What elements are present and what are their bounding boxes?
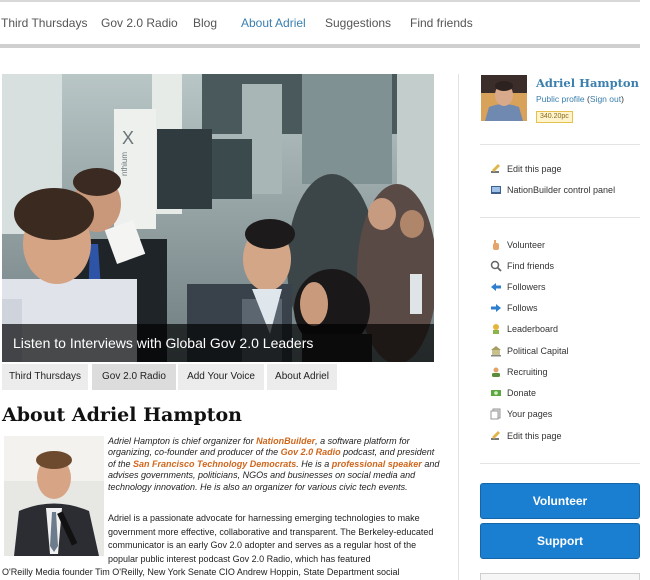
sidebar-separator [480,144,640,145]
sidebar-recruiting[interactable]: Recruiting [490,365,548,379]
professional-speaker-link[interactable]: professional speaker [332,459,422,469]
nav-gov20-radio[interactable]: Gov 2.0 Radio [101,16,178,30]
sidebar-control-panel[interactable]: NationBuilder control panel [490,183,615,197]
sidebar-follows[interactable]: Follows [490,301,538,315]
tab-add-your-voice[interactable]: Add Your Voice [178,364,264,390]
sidebar-donate[interactable]: Donate [490,386,536,400]
sidebar-followers[interactable]: Followers [490,280,546,294]
sf-tech-democrats-link[interactable]: San Francisco Technology Democrats [133,459,296,469]
sidebar-item-label: Find friends [507,261,555,271]
nav-blog[interactable]: Blog [193,16,217,30]
pencil-icon [490,430,502,442]
nationbuilder-link[interactable]: NationBuilder [256,436,315,446]
sidebar-separator [480,463,640,464]
sidebar-item-label: Leaderboard [507,324,559,334]
svg-text:X: X [122,128,134,148]
sidebar-edit-page-admin[interactable]: Edit this page [490,162,562,176]
capitol-icon [490,345,502,357]
pages-icon [490,408,502,420]
bio-paragraph-continued: O'Reilly Media founder Tim O'Reilly, New… [2,567,400,577]
nav-third-thursdays[interactable]: Third Thursdays [1,16,87,30]
adriel-portrait [4,436,104,556]
tab-gov20-radio[interactable]: Gov 2.0 Radio [92,364,176,390]
recruit-icon [490,366,502,378]
sidebar-divider [458,74,459,580]
bio-text: Adriel Hampton is chief organizer for [108,436,257,446]
volunteer-button[interactable]: Volunteer [480,483,640,519]
sidebar-panel-edge [480,573,640,580]
sidebar-item-label: NationBuilder control panel [507,185,616,195]
support-button[interactable]: Support [480,523,640,559]
sidebar-item-label: Your pages [507,409,553,419]
sidebar-item-label: Edit this page [507,431,562,441]
bio-intro: Adriel Hampton is chief organizer for Na… [108,436,442,493]
bio-paragraph: Adriel is a passionate advocate for harn… [108,513,434,564]
tab-about-adriel[interactable]: About Adriel [267,364,337,390]
pencil-icon [490,163,502,175]
sidebar-find-friends[interactable]: Find friends [490,259,554,273]
arrow-out-icon [490,302,502,314]
sidebar-volunteer[interactable]: Volunteer [490,238,545,252]
magnifier-icon [490,260,502,272]
sidebar-your-pages[interactable]: Your pages [490,407,552,421]
sidebar-item-label: Followers [507,282,546,292]
hero-caption: Listen to Interviews with Global Gov 2.0… [2,324,434,362]
nav-about-adriel[interactable]: About Adriel [241,16,306,30]
hero-photo: X nthium [2,74,434,362]
sidebar-item-label: Donate [507,388,537,398]
user-links: Public profile (Sign out) [536,94,624,104]
sidebar-item-label: Political Capital [507,346,569,356]
control-panel-icon [490,184,502,196]
top-border [0,0,640,2]
hand-icon [490,239,502,251]
hero-slideshow[interactable]: X nthium Listen to Interviews with Globa… [2,74,434,362]
sign-out-link[interactable]: Sign out [590,94,621,104]
sidebar-item-label: Follows [507,303,538,313]
sidebar-leaderboard[interactable]: Leaderboard [490,322,558,336]
sidebar-item-label: Volunteer [507,240,546,250]
public-profile-link[interactable]: Public profile [536,94,585,104]
nav-find-friends[interactable]: Find friends [410,16,473,30]
sidebar-item-label: Edit this page [507,164,562,174]
hero-sign-text: nthium [120,152,129,176]
bio-text: . He is a [296,458,332,469]
page-title: About Adriel Hampton [2,404,242,426]
trophy-icon [490,323,502,335]
sidebar-political-capital[interactable]: Political Capital [490,344,569,358]
nav-suggestions[interactable]: Suggestions [325,16,391,30]
user-avatar[interactable] [481,75,527,121]
nav-underline [0,44,640,48]
political-capital-badge: 340.20pc [536,111,573,123]
tab-third-thursdays[interactable]: Third Thursdays [2,364,88,390]
paren-close: ) [621,94,624,104]
sidebar-edit-page[interactable]: Edit this page [490,429,562,443]
sidebar-separator [480,217,640,218]
gov20-radio-link[interactable]: Gov 2.0 Radio [281,447,341,457]
main-nav: Third Thursdays Gov 2.0 Radio Blog About… [0,10,640,38]
sidebar-item-label: Recruiting [507,367,548,377]
money-icon [490,387,502,399]
arrow-in-icon [490,281,502,293]
user-name[interactable]: Adriel Hampton [536,76,639,90]
